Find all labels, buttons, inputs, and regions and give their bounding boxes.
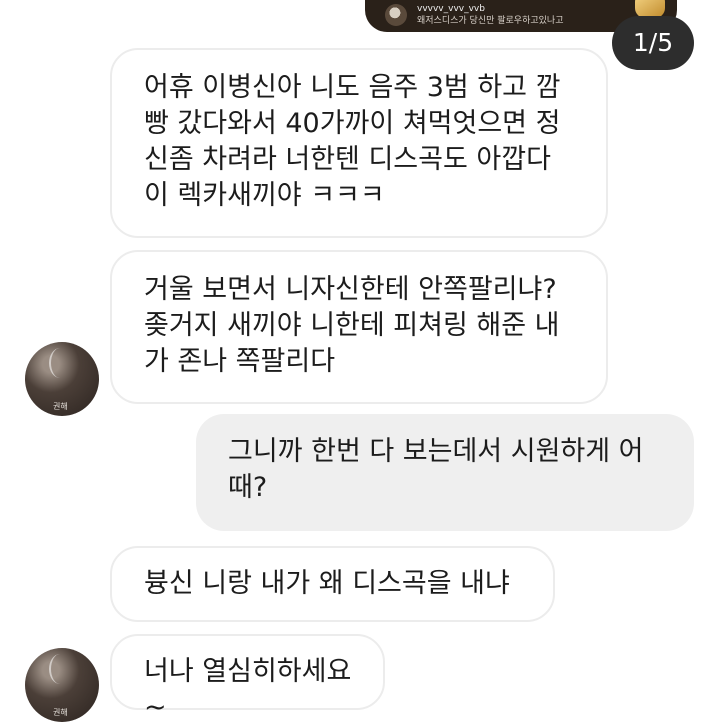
page-indicator: 1/5	[612, 16, 694, 70]
message-text: 그니까 한번 다 보는데서 시원하게 어때?	[228, 436, 644, 503]
message-text: 븅신 니랑 내가 왜 디스곡을 내냐	[144, 568, 510, 599]
message-bubble-received[interactable]: 너나 열심히하세요~	[110, 634, 385, 723]
story-username: vvvvv_vvv_vvb	[417, 4, 485, 14]
sender-avatar[interactable]: 권해	[25, 342, 99, 416]
message-bubble-received[interactable]: 거울 보면서 니자신한테 안쪽팔리냐? 좆거지 새끼야 니한테 피쳐링 해준 내…	[110, 250, 608, 404]
message-text: 어휴 이병신아 니도 음주 3범 하고 깜빵 갔다와서 40가까이 쳐먹엇으면 …	[144, 72, 561, 211]
avatar-label: 권해	[53, 402, 68, 411]
message-bubble-sent[interactable]: 그니까 한번 다 보는데서 시원하게 어때?	[196, 414, 694, 531]
avatar-label: 권해	[53, 708, 68, 717]
sender-avatar[interactable]: 권해	[25, 648, 99, 722]
message-text: 너나 열심히하세요~	[144, 656, 352, 723]
message-bubble-received[interactable]: 어휴 이병신아 니도 음주 3범 하고 깜빵 갔다와서 40가까이 쳐먹엇으면 …	[110, 48, 608, 238]
story-avatar	[385, 4, 407, 26]
message-text: 거울 보면서 니자신한테 안쪽팔리냐? 좆거지 새끼야 니한테 피쳐링 해준 내…	[144, 274, 560, 377]
story-reply-text: 왜저스디스가 당신만 팔로우하고있나고	[417, 16, 564, 26]
message-bubble-received[interactable]: 븅신 니랑 내가 왜 디스곡을 내냐	[110, 546, 555, 622]
